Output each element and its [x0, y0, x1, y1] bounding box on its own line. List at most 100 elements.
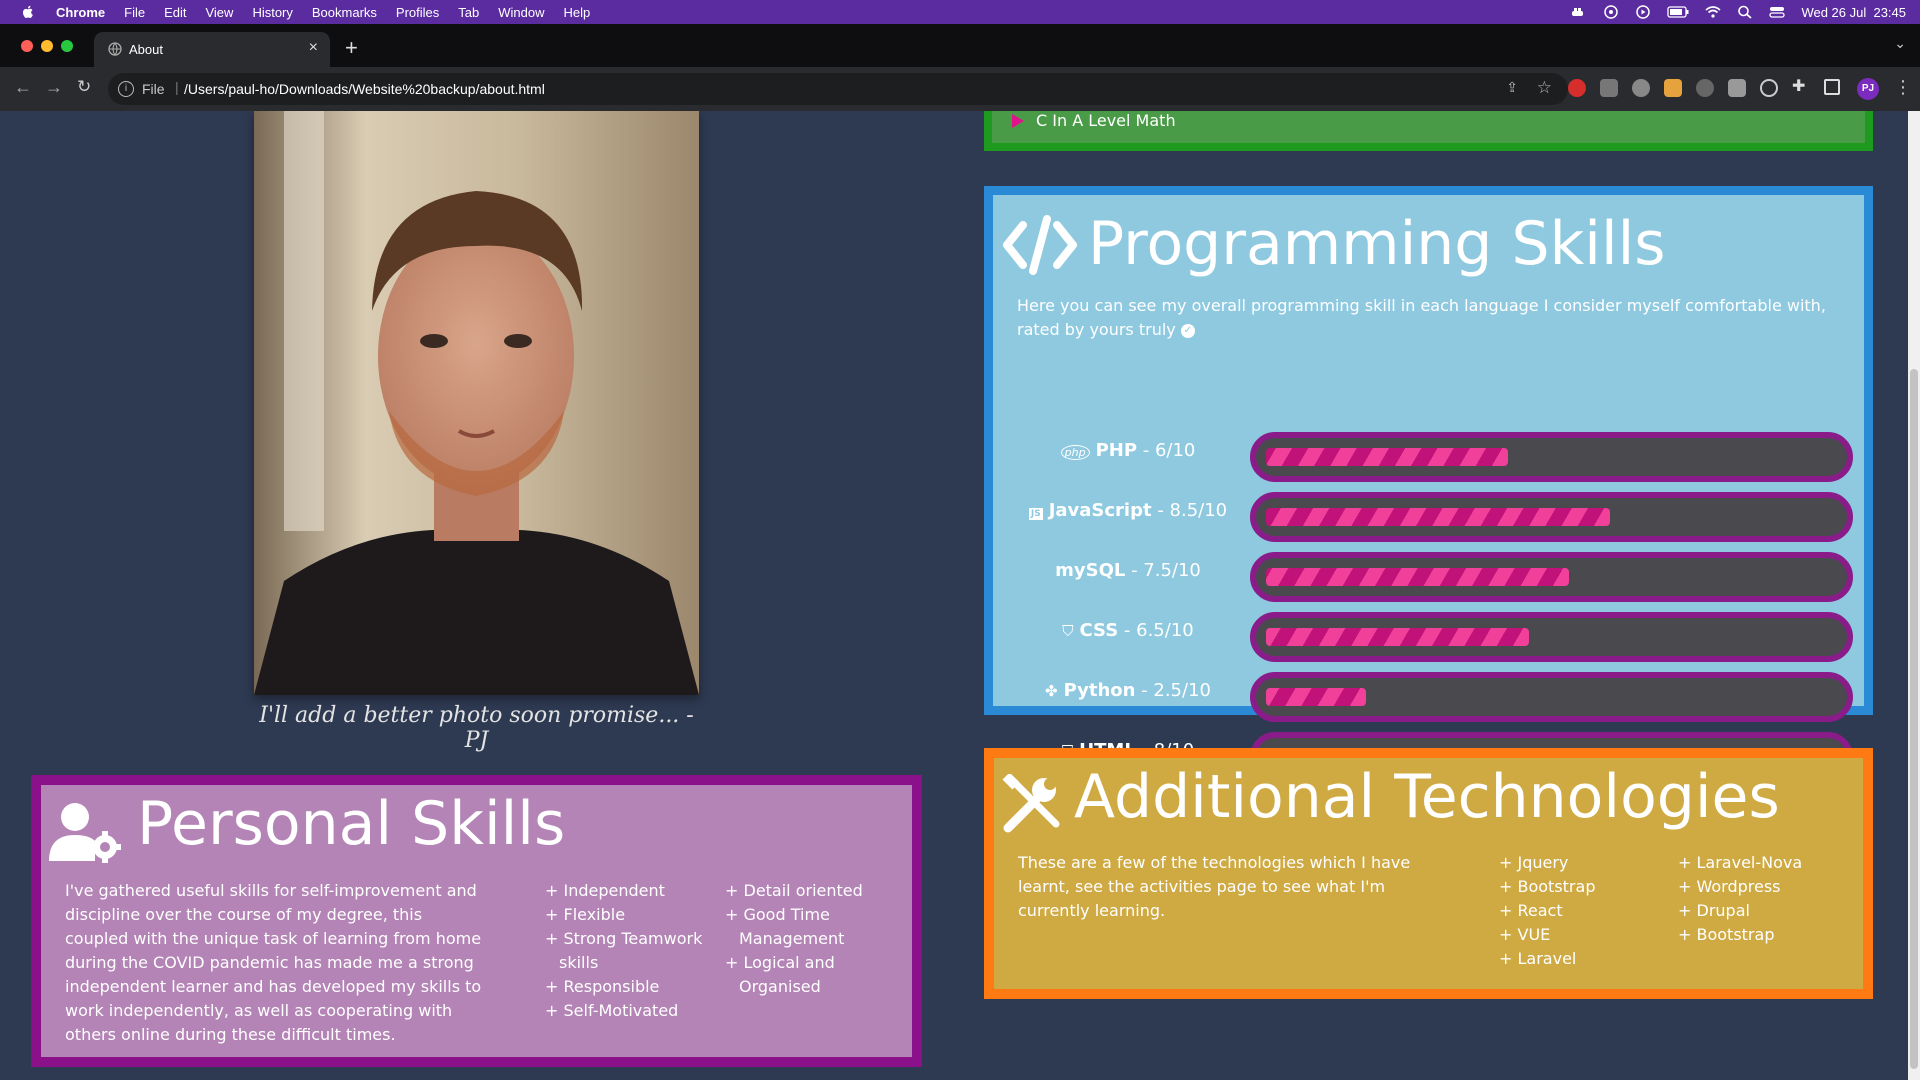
skill-rating: - 6.5/10 [1118, 620, 1194, 641]
skill-row-javascript: JS JavaScript - 8.5/10 [993, 492, 1863, 544]
extension-gear-icon[interactable] [1696, 79, 1714, 97]
list-item: + Self-Motivated [545, 1001, 679, 1020]
personal-skills-card: Personal Skills I've gathered useful ski… [31, 775, 922, 1067]
additional-technologies-description: These are a few of the technologies whic… [1018, 853, 1411, 920]
bullet-triangle-icon [1012, 114, 1024, 128]
profile-avatar[interactable]: PJ [1857, 78, 1879, 100]
vpn-icon[interactable] [1603, 5, 1619, 19]
menu-edit[interactable]: Edit [164, 5, 186, 20]
skill-row-python: ✤ Python - 2.5/10 [993, 672, 1863, 724]
minimize-window-button[interactable] [41, 40, 53, 52]
skill-bar-mysql [1250, 552, 1853, 602]
list-item: + Good Time Management [725, 905, 845, 948]
skill-label-python: ✤ Python - 2.5/10 [993, 680, 1263, 701]
photo-caption: I'll add a better photo soon promise... … [259, 703, 694, 753]
check-circle-icon: ✓ [1180, 323, 1195, 338]
menu-history[interactable]: History [252, 5, 292, 20]
extension-color-icon[interactable] [1664, 79, 1682, 97]
list-item: + Laravel [1499, 949, 1577, 968]
menu-tab[interactable]: Tab [458, 5, 479, 20]
tab-about[interactable]: About × [94, 32, 330, 67]
personal-skills-title: Personal Skills [137, 789, 566, 859]
tab-search-chevron-icon[interactable]: ⌄ [1894, 36, 1906, 52]
additional-technologies-card: Additional Technologies These are a few … [984, 748, 1873, 999]
list-item: + Wordpress [1678, 877, 1781, 896]
site-info-icon[interactable]: i [118, 81, 134, 97]
page-viewport: I'll add a better photo soon promise... … [0, 111, 1908, 1080]
skill-bar-php [1250, 432, 1853, 482]
list-item: + Logical and Organised [725, 953, 835, 996]
play-icon[interactable] [1635, 5, 1651, 19]
wifi-icon[interactable] [1705, 5, 1721, 19]
adblock-extension-icon[interactable] [1568, 79, 1586, 97]
spotlight-search-icon[interactable] [1737, 5, 1753, 19]
chrome-menu-icon[interactable]: ⋮ [1894, 77, 1912, 98]
list-item: + Strong Teamwork skills [545, 929, 703, 972]
python-icon: ✤ [1045, 682, 1058, 700]
skill-name: Python [1063, 680, 1136, 701]
extension-bug-icon[interactable] [1632, 79, 1650, 97]
back-arrow-icon[interactable]: ← [14, 77, 32, 98]
skill-row-mysql: mySQL - 7.5/10 [993, 552, 1863, 604]
list-item: + React [1499, 901, 1563, 920]
share-icon[interactable]: ⇪ [1506, 79, 1518, 96]
skill-rating: - 2.5/10 [1135, 680, 1211, 701]
skill-name: CSS [1079, 620, 1119, 641]
side-panel-icon[interactable] [1824, 79, 1840, 95]
tools-icon [1002, 774, 1060, 833]
url-text[interactable]: /Users/paul-ho/Downloads/Website%20backu… [184, 81, 545, 97]
programming-skills-card: Programming Skills Here you can see my o… [984, 186, 1873, 782]
tab-title: About [129, 42, 163, 57]
extensions-puzzle-icon[interactable]: ✚ [1792, 76, 1810, 95]
bookmark-star-icon[interactable]: ☆ [1537, 78, 1552, 98]
reload-icon[interactable]: ↻ [77, 77, 91, 97]
skill-bar-fill [1266, 448, 1508, 466]
profile-photo [254, 111, 699, 695]
a-level-text: C In A Level Math [1036, 111, 1176, 130]
menu-app-name[interactable]: Chrome [56, 5, 105, 20]
list-item: + Responsible [545, 977, 660, 996]
close-window-button[interactable] [21, 40, 33, 52]
menu-view[interactable]: View [205, 5, 233, 20]
personal-skills-list-2: + Detail oriented + Good Time Management… [725, 879, 875, 999]
menu-file[interactable]: File [124, 5, 145, 20]
skill-rating: - 7.5/10 [1125, 560, 1201, 581]
skill-name: PHP [1095, 440, 1138, 461]
fullscreen-window-button[interactable] [61, 40, 73, 52]
menu-window[interactable]: Window [498, 5, 544, 20]
control-center-icon[interactable] [1769, 5, 1786, 19]
menu-help[interactable]: Help [564, 5, 591, 20]
forward-arrow-icon[interactable]: → [45, 77, 63, 98]
additional-technologies-title: Additional Technologies [1074, 762, 1780, 832]
skill-rating: - 8.5/10 [1151, 500, 1228, 521]
close-tab-icon[interactable]: × [309, 39, 318, 57]
globe-icon [108, 42, 122, 56]
address-bar[interactable]: i File | /Users/paul-ho/Downloads/Websit… [108, 73, 1568, 105]
list-item: + Bootstrap [1678, 925, 1775, 944]
extension-icon[interactable] [1600, 79, 1618, 97]
docker-icon[interactable] [1571, 5, 1587, 19]
menu-profiles[interactable]: Profiles [396, 5, 439, 20]
list-item: + Drupal [1678, 901, 1750, 920]
skill-name: JavaScript [1048, 500, 1152, 521]
a-level-item: C In A Level Math [984, 111, 1873, 151]
skill-label-css: ⛉ CSS - 6.5/10 [993, 620, 1263, 641]
list-item: + Detail oriented [725, 881, 863, 900]
skill-label-mysql: mySQL - 7.5/10 [993, 560, 1263, 581]
personal-skills-description: I've gathered useful skills for self-imp… [65, 881, 482, 1044]
extension-grid-icon[interactable] [1728, 79, 1746, 97]
skill-bar-fill [1266, 568, 1569, 586]
menubar-datetime[interactable]: Wed 26 Jul 23:45 [1801, 5, 1906, 20]
skill-label-php: php PHP - 6/10 [993, 440, 1263, 461]
skill-row-php: php PHP - 6/10 [993, 432, 1863, 484]
menu-bookmarks[interactable]: Bookmarks [312, 5, 377, 20]
new-tab-button[interactable]: + [345, 35, 358, 61]
programming-description-text: Here you can see my overall programming … [1017, 296, 1826, 339]
battery-icon[interactable] [1667, 5, 1689, 19]
list-item: + Bootstrap [1499, 877, 1596, 896]
scrollbar-thumb[interactable] [1910, 369, 1918, 1069]
page-scrollbar[interactable] [1908, 111, 1920, 1080]
apple-logo-icon[interactable] [20, 4, 36, 20]
list-item: + VUE [1499, 925, 1551, 944]
extension-target-icon[interactable] [1760, 79, 1778, 97]
